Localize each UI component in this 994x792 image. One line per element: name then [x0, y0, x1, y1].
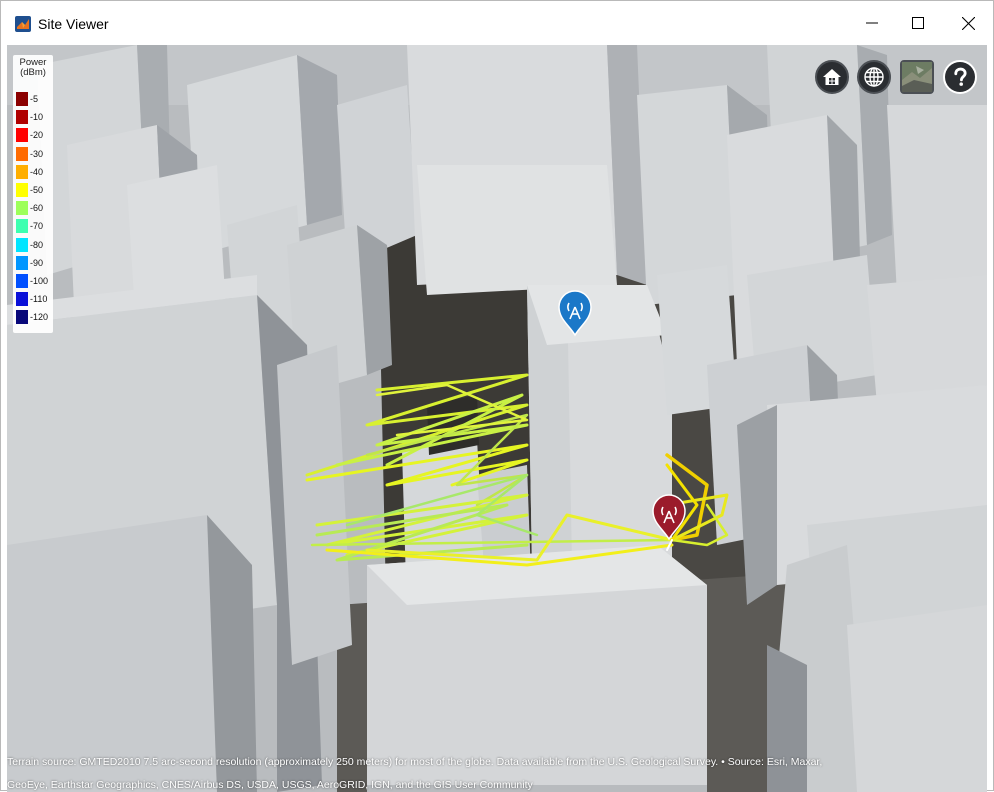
legend-label: -5	[30, 94, 39, 104]
legend-title: Power (dBm)	[13, 58, 53, 78]
globe-button[interactable]	[857, 60, 891, 94]
legend-swatch	[16, 255, 28, 270]
matlab-app-icon	[15, 16, 31, 32]
legend-label: -50	[30, 185, 44, 195]
legend-label: -30	[30, 148, 44, 159]
attribution-line-1: Terrain source: GMTED2010 7.5 arc-second…	[7, 756, 823, 768]
legend-label: -80	[30, 239, 44, 250]
legend-swatch	[16, 201, 28, 216]
legend-swatch	[16, 183, 28, 197]
legend-label: -100	[30, 276, 49, 286]
legend-swatch	[16, 164, 28, 179]
minimize-button[interactable]	[849, 1, 895, 45]
legend-label: -110	[30, 294, 48, 305]
legend-label: -60	[30, 203, 44, 214]
legend-swatch	[16, 219, 28, 234]
basemap-thumbnail	[902, 62, 932, 92]
legend-swatch	[16, 310, 28, 325]
window-title: Site Viewer	[38, 16, 109, 32]
globe-icon	[864, 67, 884, 87]
basemap-button[interactable]	[900, 60, 934, 94]
title-bar[interactable]: Site Viewer	[1, 1, 993, 45]
home-icon	[823, 69, 841, 85]
legend-swatch	[16, 292, 28, 307]
legend-swatch	[16, 110, 28, 125]
legend-label: -70	[30, 221, 44, 232]
home-button[interactable]	[815, 60, 849, 94]
legend-swatch	[16, 146, 28, 161]
help-icon	[945, 62, 975, 92]
legend-label: -10	[30, 112, 44, 123]
3d-city-scene[interactable]	[7, 45, 987, 792]
legend-label: -90	[30, 257, 44, 268]
power-legend: Power (dBm) -5 -10 -20 -30 -40 -50 -60 -70 -80 -9…	[13, 55, 53, 333]
help-button[interactable]	[943, 60, 977, 94]
minimize-icon	[866, 22, 878, 24]
site-viewer-window: Site Viewer Power (dBm) -5 -10 -20 -30 -…	[0, 0, 994, 792]
close-icon	[961, 16, 975, 30]
legend-label: -20	[30, 130, 44, 141]
map-viewer[interactable]: Power (dBm) -5 -10 -20 -30 -40 -50 -60 -70 -80 -9…	[7, 45, 987, 792]
legend-label: -120	[30, 312, 49, 323]
legend-label: -40	[30, 166, 44, 177]
close-button[interactable]	[945, 1, 991, 45]
legend-swatch	[16, 92, 28, 106]
legend-swatch	[16, 128, 28, 143]
maximize-button[interactable]	[895, 1, 941, 45]
maximize-icon	[912, 17, 924, 29]
attribution-line-2: GeoEye, Earthstar Geographics, CNES/Airb…	[7, 779, 533, 791]
legend-title-line2: (dBm)	[20, 67, 46, 78]
legend-swatch	[16, 237, 28, 252]
legend-swatch	[16, 274, 28, 288]
